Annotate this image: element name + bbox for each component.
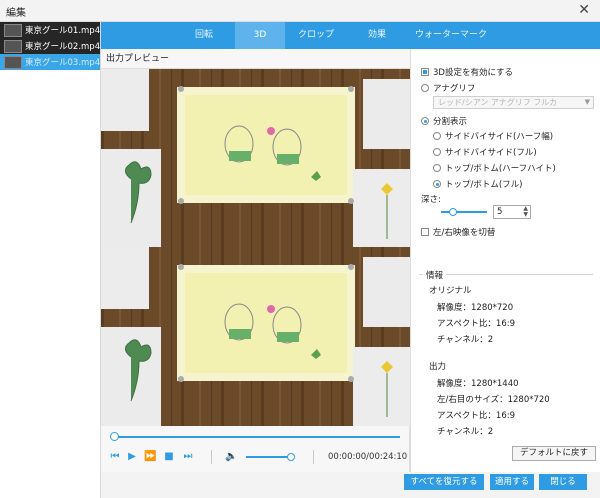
anaglyph-select-value: レッド/シアン アナグリフ フルカ <box>438 98 558 107</box>
output-eye-size: 左/右目のサイズ：1280*720 <box>437 395 550 405</box>
tab-spacer <box>101 22 173 49</box>
swap-lr-label: 左/右映像を切替 <box>433 228 496 238</box>
depth-slider-handle[interactable] <box>449 208 457 216</box>
volume-handle[interactable] <box>287 453 295 461</box>
depth-value: 5 <box>497 207 503 217</box>
tab-watermark[interactable]: ウォーターマーク <box>407 22 495 49</box>
split-option-tb-full[interactable]: トップ/ボトム(フル) <box>433 178 523 190</box>
player-controls: ⏮ ▶ ⏩ ■ ⏭ 🔈 00:00:00/00:24:10 <box>101 426 410 472</box>
info-title: 情報 <box>423 269 447 281</box>
split-option-label: サイドバイサイド(ハーフ幅) <box>445 132 554 142</box>
reset-default-button[interactable]: デフォルトに戻す <box>512 446 596 461</box>
depth-spinbox[interactable]: 5 ▲ ▼ <box>493 205 531 219</box>
file-name: 東京グール01.mp4 <box>25 26 100 36</box>
split-option-tb-half[interactable]: トップ/ボトム(ハーフハイト) <box>433 162 556 174</box>
anaglyph-label: アナグリフ <box>433 84 476 94</box>
chevron-down-icon: ▼ <box>584 98 590 106</box>
tab-3d[interactable]: 3D <box>235 22 285 49</box>
file-item[interactable]: 東京グール01.mp4 <box>0 22 100 38</box>
tab-crop[interactable]: クロップ <box>285 22 347 49</box>
spin-arrows-icon[interactable]: ▲ ▼ <box>523 206 528 218</box>
anaglyph-radio[interactable]: アナグリフ <box>421 82 475 94</box>
volume-icon[interactable]: 🔈 <box>225 451 237 463</box>
radio-icon[interactable] <box>433 164 441 172</box>
original-channels: チャンネル：2 <box>437 335 494 345</box>
preview-header: 出力プレビュー <box>101 49 410 69</box>
split-option-sbs-full[interactable]: サイドバイサイド(フル) <box>433 146 537 158</box>
split-radio[interactable]: 分割表示 <box>421 115 467 127</box>
radio-icon[interactable] <box>433 132 441 140</box>
file-item-selected[interactable]: 東京グール03.mp4 <box>0 54 100 70</box>
split-option-label: トップ/ボトム(フル) <box>445 180 523 190</box>
video-thumbnail-icon <box>4 23 22 37</box>
radio-icon[interactable] <box>433 148 441 156</box>
split-label: 分割表示 <box>433 117 468 127</box>
progress-track[interactable] <box>113 436 400 438</box>
tab-effects[interactable]: 効果 <box>347 22 407 49</box>
restore-all-button[interactable]: すべてを復元する <box>404 474 484 490</box>
file-name: 東京グール02.mp4 <box>25 42 100 52</box>
split-option-label: サイドバイサイド(フル) <box>445 148 537 158</box>
output-aspect: アスペクト比：16:9 <box>437 411 515 421</box>
apply-button[interactable]: 適用する <box>490 474 534 490</box>
output-channels: チャンネル：2 <box>437 427 494 437</box>
original-aspect: アスペクト比：16:9 <box>437 319 515 329</box>
video-thumbnail-icon <box>4 39 22 53</box>
video-thumbnail-icon <box>4 55 22 69</box>
enable-3d-checkbox[interactable]: 3D設定を有効にする <box>421 66 513 78</box>
radio-checked-icon[interactable] <box>433 180 441 188</box>
title-bar: 編集 ✕ <box>0 0 600 22</box>
fast-forward-icon[interactable]: ⏩ <box>144 451 156 463</box>
radio-icon[interactable] <box>421 84 429 92</box>
stop-icon[interactable]: ■ <box>163 451 175 463</box>
close-button[interactable]: 閉じる <box>539 474 587 490</box>
output-resolution: 解像度：1280*1440 <box>437 379 519 389</box>
output-label: 出力 <box>429 362 447 372</box>
file-name: 東京グール03.mp4 <box>25 58 100 68</box>
original-label: オリジナル <box>429 286 472 296</box>
output-preview <box>101 69 410 426</box>
preview-frame-image <box>101 69 410 426</box>
divider <box>313 450 314 464</box>
divider <box>211 450 212 464</box>
checkbox-checked-icon[interactable] <box>421 68 429 76</box>
skip-back-icon[interactable]: ⏮ <box>109 451 121 463</box>
file-list: 東京グール01.mp4 東京グール02.mp4 東京グール03.mp4 <box>0 22 101 498</box>
depth-label: 深さ: <box>421 195 441 205</box>
tab-rotate[interactable]: 回転 <box>173 22 235 49</box>
split-option-label: トップ/ボトム(ハーフハイト) <box>445 164 556 174</box>
skip-forward-icon[interactable]: ⏭ <box>182 451 194 463</box>
window-title: 編集 <box>6 8 26 19</box>
checkbox-icon[interactable] <box>421 228 429 236</box>
depth-slider-track[interactable] <box>441 211 487 213</box>
timecode: 00:00:00/00:24:10 <box>328 452 408 462</box>
enable-3d-label: 3D設定を有効にする <box>433 68 514 78</box>
radio-checked-icon[interactable] <box>421 117 429 125</box>
edit-tab-bar: 回転 3D クロップ 効果 ウォーターマーク <box>101 22 600 49</box>
close-icon[interactable]: ✕ <box>578 2 590 18</box>
split-option-sbs-half[interactable]: サイドバイサイド(ハーフ幅) <box>433 130 553 142</box>
play-icon[interactable]: ▶ <box>126 451 138 463</box>
anaglyph-select[interactable]: レッド/シアン アナグリフ フルカ ▼ <box>433 96 594 109</box>
file-item[interactable]: 東京グール02.mp4 <box>0 38 100 54</box>
progress-handle[interactable] <box>110 432 119 441</box>
original-resolution: 解像度：1280*720 <box>437 303 514 313</box>
3d-settings-panel: 3D設定を有効にする アナグリフ レッド/シアン アナグリフ フルカ ▼ 分割表… <box>410 49 600 472</box>
bottom-bar: すべてを復元する 適用する 閉じる <box>101 472 600 498</box>
swap-lr-checkbox[interactable]: 左/右映像を切替 <box>421 226 495 238</box>
